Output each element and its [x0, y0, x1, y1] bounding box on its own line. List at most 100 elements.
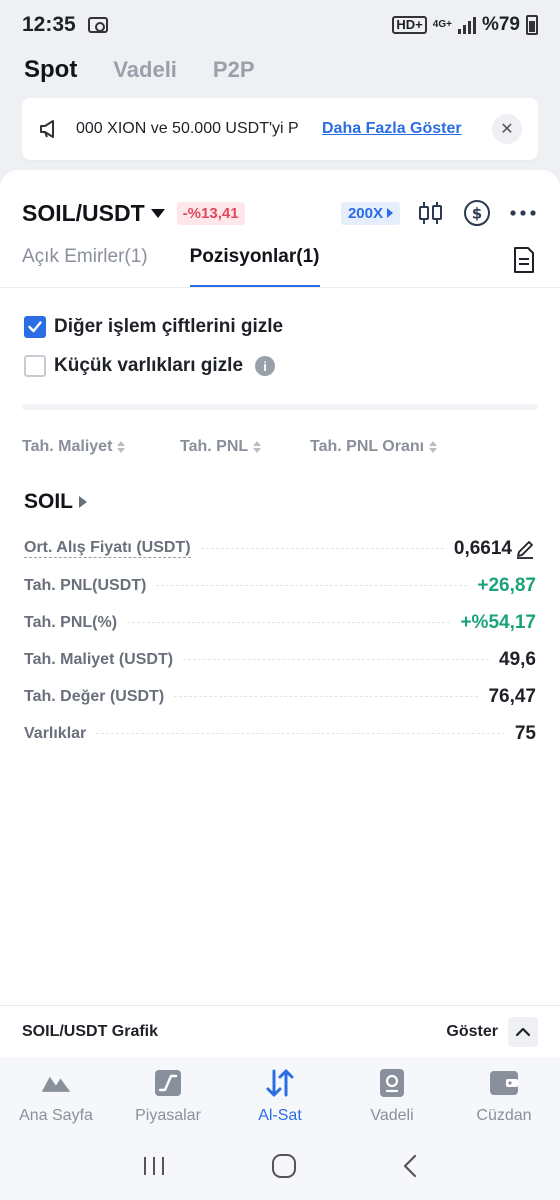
back-icon[interactable]: [402, 1154, 418, 1183]
network-indicator: 4G+: [432, 19, 452, 30]
tab-open-orders[interactable]: Açık Emirler(1): [22, 242, 148, 288]
megaphone-icon: [38, 117, 62, 141]
cost-value: 49,6: [499, 648, 536, 670]
nav-markets-label: Piyasalar: [135, 1107, 201, 1124]
sort-arrows-icon: [429, 441, 438, 453]
hide-other-pairs-filter[interactable]: Diğer işlem çiftlerini gizle: [24, 316, 283, 338]
caret-right-icon: [387, 208, 393, 218]
detail-row: Ort. Alış Fiyatı (USDT) 0,6614: [24, 530, 536, 567]
clock: 12:35: [22, 13, 76, 36]
bottom-navigation: Ana Sayfa Piyasalar Al-Sat Vadeli Cüzdan: [0, 1057, 560, 1137]
tab-vadeli[interactable]: Vadeli: [113, 57, 177, 83]
nav-futures[interactable]: Vadeli: [336, 1057, 448, 1137]
value-label: Tah. Değer (USDT): [24, 687, 165, 705]
trading-panel: SOIL/USDT -%13,41 200X $ Açık Emirler(1)…: [0, 170, 560, 1005]
wallet-icon: [488, 1067, 520, 1099]
caret-right-icon: [79, 496, 88, 508]
check-icon: [28, 321, 42, 333]
holdings-label: Varlıklar: [24, 724, 87, 742]
markets-icon: [152, 1067, 184, 1099]
edit-icon[interactable]: [514, 538, 536, 560]
leverage-value: 200X: [347, 204, 383, 222]
hide-other-pairs-checkbox[interactable]: [24, 316, 46, 338]
chart-toggle-bar[interactable]: SOIL/USDT Grafik Göster: [0, 1005, 560, 1057]
hide-small-assets-checkbox[interactable]: [24, 355, 46, 377]
value-value: 76,47: [488, 685, 536, 707]
sort-cost-label: Tah. Maliyet: [22, 438, 113, 455]
sort-arrows-icon: [253, 441, 262, 453]
sort-arrows-icon: [117, 441, 126, 453]
sort-pnl[interactable]: Tah. PNL: [180, 438, 310, 456]
sort-pnl-ratio[interactable]: Tah. PNL Oranı: [310, 438, 438, 456]
sort-pnl-label: Tah. PNL: [180, 438, 249, 455]
currency-button[interactable]: $: [462, 198, 492, 228]
hide-small-assets-filter[interactable]: Küçük varlıkları gizle i: [24, 355, 276, 377]
more-dots-icon: [510, 210, 536, 216]
show-more-link[interactable]: Daha Fazla Göster: [322, 120, 462, 138]
trade-arrows-icon: [264, 1067, 296, 1099]
section-divider: [22, 404, 538, 410]
close-banner-button[interactable]: ✕: [492, 114, 522, 144]
show-chart-label: Göster: [446, 1022, 498, 1040]
candlestick-chart-button[interactable]: [416, 198, 446, 228]
more-options-button[interactable]: [508, 198, 538, 228]
battery-icon: [526, 15, 538, 35]
asset-name: SOIL: [24, 490, 74, 513]
nav-wallet-label: Cüzdan: [476, 1107, 532, 1124]
screen-record-icon: [87, 17, 108, 33]
status-indicators: HD+ 4G+ %79: [392, 14, 538, 36]
holdings-value: 75: [514, 722, 536, 744]
dollar-circle-icon: $: [464, 200, 490, 226]
show-chart-toggle[interactable]: Göster: [446, 1016, 538, 1047]
market-type-tabs: Spot Vadeli P2P: [24, 56, 255, 84]
nav-markets[interactable]: Piyasalar: [112, 1057, 224, 1137]
price-change-badge: -%13,41: [176, 201, 245, 225]
candlestick-icon: [419, 202, 442, 224]
detail-row: Tah. Maliyet (USDT) 49,6: [24, 641, 536, 678]
hide-other-pairs-label: Diğer işlem çiftlerini gizle: [54, 316, 284, 337]
info-icon[interactable]: i: [255, 356, 276, 376]
nav-trade[interactable]: Al-Sat: [224, 1057, 336, 1137]
order-history-button[interactable]: [512, 246, 538, 276]
detail-row: Tah. PNL(%) +%54,17: [24, 604, 536, 641]
home-mountain-icon: [40, 1067, 72, 1099]
nav-home[interactable]: Ana Sayfa: [0, 1057, 112, 1137]
pnl-usdt-label: Tah. PNL(USDT): [24, 576, 147, 594]
close-icon: ✕: [500, 121, 514, 138]
tabs-divider: [0, 287, 560, 288]
chevron-down-icon[interactable]: [150, 208, 165, 218]
pair-name[interactable]: SOIL/USDT: [22, 200, 145, 227]
chevron-up-icon[interactable]: [508, 1016, 538, 1047]
tab-positions[interactable]: Pozisyonlar(1): [189, 242, 320, 288]
detail-row: Tah. PNL(USDT) +26,87: [24, 567, 536, 604]
hd-indicator: HD+: [392, 16, 427, 34]
pnl-usdt-value: +26,87: [477, 574, 536, 596]
position-details: Ort. Alış Fiyatı (USDT) 0,6614 Tah. PNL(…: [24, 530, 536, 752]
announcement-banner: 000 XION ve 50.000 USDT'yi P Daha Fazla …: [22, 98, 538, 160]
recent-apps-icon[interactable]: [142, 1155, 166, 1182]
announcement-text: 000 XION ve 50.000 USDT'yi P: [76, 120, 299, 137]
document-icon: [514, 247, 534, 273]
futures-icon: [376, 1067, 408, 1099]
pair-header: SOIL/USDT -%13,41 200X $: [22, 196, 538, 230]
nav-trade-label: Al-Sat: [258, 1107, 302, 1124]
tab-p2p[interactable]: P2P: [213, 57, 255, 83]
status-bar: 12:35 HD+ 4G+ %79: [0, 0, 560, 50]
avg-buy-price-value: 0,6614: [453, 537, 512, 559]
avg-buy-price-label[interactable]: Ort. Alış Fiyatı (USDT): [24, 539, 191, 558]
svg-text:$: $: [472, 205, 482, 223]
order-tabs: Açık Emirler(1) Pozisyonlar(1): [22, 242, 538, 288]
sort-bar: Tah. Maliyet Tah. PNL Tah. PNL Oranı: [22, 438, 538, 456]
detail-row: Tah. Değer (USDT) 76,47: [24, 678, 536, 715]
sort-cost[interactable]: Tah. Maliyet: [22, 438, 180, 456]
nav-home-label: Ana Sayfa: [19, 1107, 93, 1124]
hide-small-assets-label: Küçük varlıkları gizle: [54, 355, 244, 376]
system-navigation: [0, 1137, 560, 1200]
asset-header[interactable]: SOIL: [24, 490, 88, 514]
leverage-badge[interactable]: 200X: [340, 201, 400, 225]
signal-icon: [457, 16, 476, 34]
tab-spot[interactable]: Spot: [24, 56, 77, 84]
home-button-icon[interactable]: [271, 1153, 297, 1184]
nav-wallet[interactable]: Cüzdan: [448, 1057, 560, 1137]
chart-label: SOIL/USDT Grafik: [22, 1022, 159, 1040]
